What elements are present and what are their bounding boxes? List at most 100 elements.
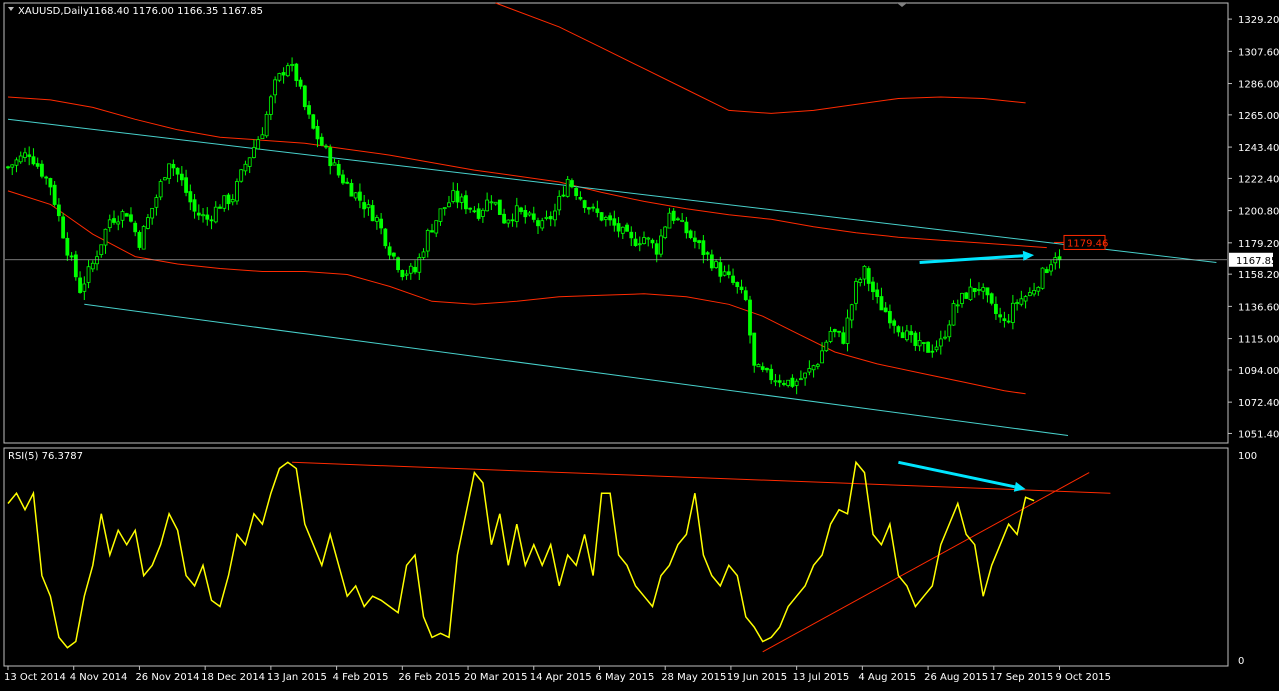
candle-body bbox=[786, 379, 791, 386]
candle-body bbox=[896, 326, 901, 333]
candle-body bbox=[107, 219, 112, 229]
candle-body bbox=[1019, 298, 1024, 305]
candle-body bbox=[642, 237, 646, 245]
candle-body bbox=[332, 162, 337, 166]
candle-body bbox=[803, 372, 808, 379]
candle-body bbox=[523, 209, 528, 218]
candle-body bbox=[680, 219, 685, 222]
candle-body bbox=[955, 304, 960, 307]
candle-body bbox=[1032, 290, 1036, 295]
candle-body bbox=[86, 266, 91, 283]
candle-body bbox=[883, 307, 888, 313]
candle-body bbox=[345, 181, 350, 184]
candle-body bbox=[116, 221, 121, 225]
candle-body bbox=[756, 364, 761, 368]
candle-body bbox=[103, 228, 108, 246]
current-price-label: 1167.85 bbox=[1236, 256, 1277, 267]
candle-body bbox=[654, 243, 659, 255]
candle-body bbox=[455, 190, 460, 203]
candle-body bbox=[832, 329, 837, 333]
candle-body bbox=[862, 265, 867, 280]
candle-body bbox=[489, 201, 494, 204]
candle-body bbox=[485, 199, 490, 212]
candle-body bbox=[591, 206, 596, 209]
candle-body bbox=[904, 330, 909, 341]
candle-body bbox=[430, 230, 434, 233]
candle-body bbox=[548, 216, 553, 220]
candle-body bbox=[167, 163, 172, 179]
candle-body bbox=[10, 164, 15, 168]
candle-body bbox=[769, 368, 774, 381]
price-tick-label: 1243.40 bbox=[1238, 143, 1279, 154]
candle-body bbox=[362, 202, 367, 210]
chart-root: 1167.85 1179.46 1329.20 1307.60 1286.00 1265… bbox=[0, 0, 1279, 687]
candle-body bbox=[760, 366, 765, 370]
candle-body bbox=[527, 212, 532, 216]
candle-body bbox=[137, 232, 142, 248]
candle-body bbox=[739, 286, 744, 291]
candle-body bbox=[684, 221, 689, 234]
candle-body bbox=[184, 177, 188, 193]
candle-body bbox=[141, 226, 146, 250]
candle-body bbox=[65, 237, 70, 256]
candle-body bbox=[646, 237, 651, 240]
candle-body bbox=[815, 364, 820, 367]
candle-body bbox=[252, 147, 256, 158]
candle-body bbox=[256, 139, 261, 150]
candle-body bbox=[625, 224, 629, 232]
candle-body bbox=[544, 216, 549, 219]
candle-body bbox=[374, 217, 379, 222]
candle-body bbox=[824, 341, 829, 352]
candle-body bbox=[472, 210, 477, 213]
candle-body bbox=[574, 187, 579, 197]
candle-body bbox=[319, 136, 324, 146]
candle-body bbox=[205, 214, 210, 220]
candle-body bbox=[603, 217, 608, 220]
candle-body bbox=[268, 96, 273, 115]
candle-body bbox=[930, 350, 935, 353]
candle-body bbox=[27, 154, 32, 157]
time-tick-label: 13 Jul 2015 bbox=[793, 672, 850, 683]
candle-body bbox=[112, 218, 116, 223]
candle-body bbox=[18, 155, 23, 163]
candle-body bbox=[421, 251, 426, 258]
candle-body bbox=[888, 311, 892, 324]
candle-body bbox=[820, 350, 824, 364]
candle-body bbox=[260, 134, 265, 140]
candle-body bbox=[158, 181, 163, 198]
candle-body bbox=[968, 286, 973, 301]
candle-body bbox=[798, 378, 803, 381]
candle-body bbox=[404, 273, 409, 276]
candle-body bbox=[1049, 264, 1053, 272]
candle-body bbox=[926, 341, 930, 353]
candle-body bbox=[866, 268, 871, 284]
candle-body bbox=[735, 281, 740, 288]
time-tick-label: 20 Mar 2015 bbox=[464, 672, 527, 683]
candle-body bbox=[608, 215, 612, 221]
time-tick-label: 4 Aug 2015 bbox=[858, 672, 916, 683]
candle-body bbox=[315, 126, 320, 140]
candle-body bbox=[476, 208, 481, 219]
candle-body bbox=[425, 230, 430, 252]
price-tick-label: 1200.80 bbox=[1238, 207, 1279, 218]
candle-body bbox=[951, 303, 956, 326]
candle-body bbox=[854, 280, 858, 304]
candle-body bbox=[447, 202, 451, 208]
candle-body bbox=[218, 206, 222, 209]
time-tick-label: 6 May 2015 bbox=[595, 672, 654, 683]
candle-body bbox=[909, 331, 914, 336]
candle-body bbox=[438, 208, 443, 222]
candle-body bbox=[31, 156, 36, 165]
candle-body bbox=[154, 197, 159, 208]
candle-body bbox=[561, 194, 566, 197]
candle-body bbox=[985, 287, 990, 296]
candle-body bbox=[73, 254, 78, 278]
candle-body bbox=[947, 324, 952, 338]
candle-body bbox=[989, 293, 994, 304]
candle-body bbox=[1036, 286, 1041, 292]
chart-svg: 1167.85 1179.46 1329.20 1307.60 1286.00 1265… bbox=[0, 0, 1279, 687]
candle-body bbox=[1053, 257, 1058, 264]
candle-body bbox=[179, 173, 184, 181]
candle-body bbox=[468, 207, 473, 210]
candle-body bbox=[701, 240, 706, 256]
